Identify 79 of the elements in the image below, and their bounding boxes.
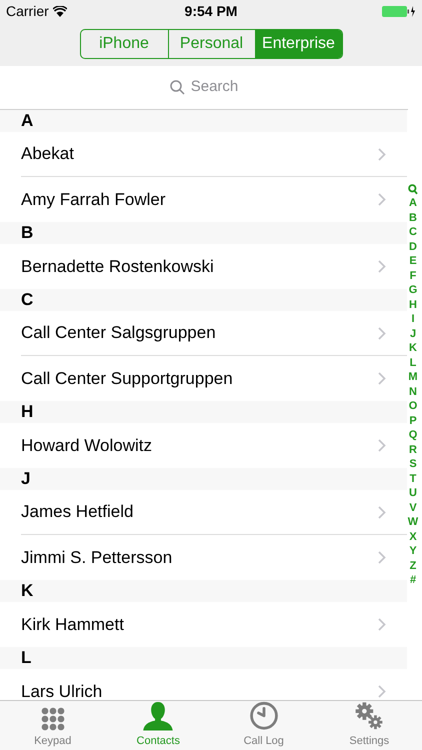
index-letter[interactable]: T [410,472,416,486]
index-letter[interactable]: L [410,356,416,370]
index-letter[interactable]: W [408,515,418,530]
contact-row[interactable]: Howard Wolowitz [21,423,407,468]
index-letter[interactable]: B [409,210,417,225]
contact-name: Bernadette Rostenkowski [21,256,214,278]
index-letter[interactable]: M [408,370,418,384]
chevron-icon [378,372,386,385]
index-letter[interactable]: Z [410,558,416,573]
index-letter[interactable]: R [409,442,417,457]
section-letter: J [21,468,30,490]
section-letter: L [21,647,32,670]
index-letter[interactable]: F [410,268,416,283]
chevron-icon [378,551,386,564]
contact-row[interactable]: Jimmi S. Pettersson [21,535,407,580]
contact-row[interactable]: Amy Farrah Fowler [21,177,407,222]
chevron-icon [378,193,386,206]
index-letter[interactable]: Q [408,428,418,442]
index-letter[interactable]: X [409,530,417,544]
contact-name: Lars Ulrich [21,680,102,700]
index-letter[interactable]: O [408,399,418,414]
contact-name: Kirk Hammett [21,614,124,636]
index-letter[interactable]: # [410,573,416,588]
chevron-icon [378,685,386,698]
index-letter[interactable]: S [409,457,417,472]
contact-name: James Hetfield [21,501,134,524]
contact-name: Call Center Supportgruppen [21,368,233,390]
search-icon[interactable] [408,184,418,195]
index-letter[interactable]: H [409,298,417,312]
battery-icon [382,6,416,16]
section-letter: B [21,222,34,244]
chevron-icon [378,618,386,631]
tab-bar-item[interactable]: Call Log [211,701,316,750]
section-letter: C [21,289,34,312]
segment-tab[interactable]: iPhone [80,30,168,58]
contact-row[interactable]: James Hetfield [21,490,407,535]
contact-name: Abekat [21,143,74,166]
contact-row[interactable]: Bernadette Rostenkowski [21,244,407,289]
keypad-icon [40,706,65,730]
index-letter[interactable]: I [411,312,415,326]
contact-name: Jimmi S. Pettersson [21,546,172,569]
chevron-icon [378,260,386,273]
section-letter: A [21,110,34,132]
section-letter: H [21,401,34,424]
tab-bar-item[interactable]: Keypad [0,701,106,750]
index-letter[interactable]: D [409,240,417,254]
clock-icon [248,701,280,730]
chevron-icon [378,148,386,160]
carrier-label: Carrier [6,2,49,20]
tab-bar-item[interactable]: Contacts [106,701,211,750]
contact-name: Call Center Salgsgruppen [21,322,216,344]
contact-name: Amy Farrah Fowler [21,188,166,211]
chevron-icon [378,506,386,518]
contact-row[interactable]: Abekat [21,132,407,177]
index-letter[interactable]: G [408,283,418,298]
index-letter[interactable]: A [409,196,417,210]
chevron-icon [378,439,386,452]
index-letter[interactable]: V [409,500,417,515]
index-letter[interactable]: C [409,225,417,240]
section-letter: K [21,580,34,602]
index-letter[interactable]: Y [409,544,417,558]
index-letter[interactable]: P [409,414,417,428]
contact-row[interactable]: Lars Ulrich [21,669,407,700]
index-letter[interactable]: J [410,326,416,341]
wifi-icon [52,6,67,16]
contact-name: Howard Wolowitz [21,434,152,457]
contact-row[interactable]: Call Center Salgsgruppen [21,311,407,356]
contact-row[interactable]: Kirk Hammett [21,602,407,647]
index-letter[interactable]: E [409,254,417,268]
chevron-icon [378,326,386,340]
index-letter[interactable]: K [409,341,417,356]
index-letter[interactable]: N [409,384,417,399]
segment-tab[interactable]: Enterprise [254,30,342,58]
person-icon [142,701,174,730]
time-label: 9:54 PM [184,2,238,20]
index-letter[interactable]: U [409,486,417,500]
search-icon [170,80,185,95]
tab-bar-item[interactable]: Settings [316,701,422,750]
contact-row[interactable]: Call Center Supportgruppen [21,356,407,401]
